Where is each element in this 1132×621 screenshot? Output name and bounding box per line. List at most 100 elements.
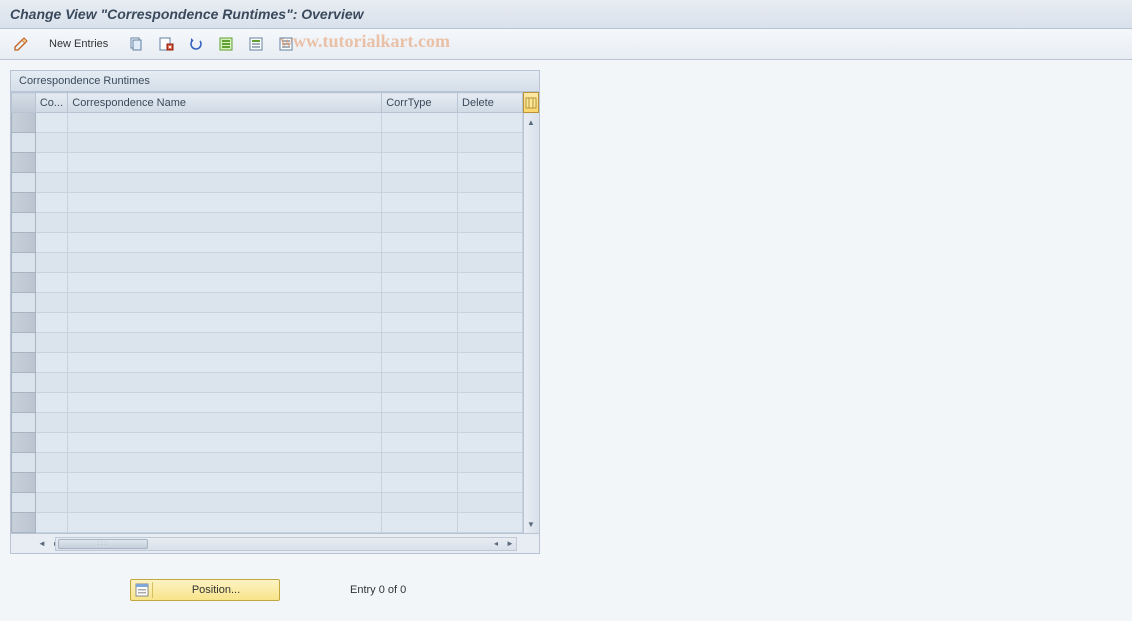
- cell[interactable]: [458, 393, 523, 413]
- cell[interactable]: [35, 393, 67, 413]
- cell[interactable]: [382, 433, 458, 453]
- cell[interactable]: [382, 333, 458, 353]
- cell[interactable]: [35, 493, 67, 513]
- cell[interactable]: [458, 133, 523, 153]
- cell[interactable]: [382, 113, 458, 133]
- cell[interactable]: [458, 493, 523, 513]
- cell[interactable]: [382, 373, 458, 393]
- row-selector[interactable]: [12, 433, 36, 453]
- cell[interactable]: [35, 453, 67, 473]
- row-selector[interactable]: [12, 313, 36, 333]
- cell[interactable]: [458, 293, 523, 313]
- cell[interactable]: [382, 193, 458, 213]
- cell[interactable]: [35, 273, 67, 293]
- cell[interactable]: [68, 173, 382, 193]
- cell[interactable]: [35, 413, 67, 433]
- row-selector[interactable]: [12, 333, 36, 353]
- row-selector[interactable]: [12, 473, 36, 493]
- row-selector[interactable]: [12, 173, 36, 193]
- cell[interactable]: [382, 493, 458, 513]
- cell[interactable]: [68, 273, 382, 293]
- cell[interactable]: [35, 233, 67, 253]
- cell[interactable]: [458, 373, 523, 393]
- cell[interactable]: [35, 353, 67, 373]
- cell[interactable]: [35, 473, 67, 493]
- select-all-button[interactable]: [213, 33, 239, 55]
- vertical-scrollbar[interactable]: ▲ ▼: [523, 113, 539, 533]
- cell[interactable]: [382, 293, 458, 313]
- cell[interactable]: [68, 333, 382, 353]
- cell[interactable]: [68, 233, 382, 253]
- cell[interactable]: [382, 173, 458, 193]
- cell[interactable]: [68, 513, 382, 533]
- configure-columns-button[interactable]: [523, 92, 539, 113]
- row-selector[interactable]: [12, 453, 36, 473]
- row-selector[interactable]: [12, 393, 36, 413]
- cell[interactable]: [382, 253, 458, 273]
- column-co[interactable]: Co...: [35, 93, 67, 113]
- cell[interactable]: [382, 513, 458, 533]
- row-selector[interactable]: [12, 133, 36, 153]
- cell[interactable]: [35, 293, 67, 313]
- cell[interactable]: [35, 193, 67, 213]
- cell[interactable]: [68, 393, 382, 413]
- cell[interactable]: [458, 473, 523, 493]
- cell[interactable]: [458, 313, 523, 333]
- row-selector[interactable]: [12, 273, 36, 293]
- cell[interactable]: [35, 433, 67, 453]
- row-selector[interactable]: [12, 493, 36, 513]
- cell[interactable]: [68, 413, 382, 433]
- cell[interactable]: [458, 273, 523, 293]
- row-selector[interactable]: [12, 253, 36, 273]
- scroll-up-icon[interactable]: ▲: [524, 115, 538, 129]
- hscroll-thumb[interactable]: :::: [58, 539, 148, 549]
- cell[interactable]: [458, 233, 523, 253]
- cell[interactable]: [68, 493, 382, 513]
- cell[interactable]: [35, 253, 67, 273]
- horizontal-scrollbar[interactable]: :::: [55, 537, 517, 551]
- cell[interactable]: [68, 433, 382, 453]
- position-button[interactable]: Position...: [130, 579, 280, 601]
- cell[interactable]: [35, 333, 67, 353]
- undo-button[interactable]: [183, 33, 209, 55]
- hscroll-first-icon[interactable]: ◄: [35, 537, 49, 551]
- cell[interactable]: [68, 193, 382, 213]
- cell[interactable]: [68, 453, 382, 473]
- hscroll-last-icon[interactable]: ►: [503, 537, 517, 551]
- cell[interactable]: [68, 213, 382, 233]
- new-entries-button[interactable]: New Entries: [40, 35, 117, 53]
- cell[interactable]: [382, 133, 458, 153]
- cell[interactable]: [458, 413, 523, 433]
- cell[interactable]: [458, 193, 523, 213]
- cell[interactable]: [382, 413, 458, 433]
- row-selector[interactable]: [12, 413, 36, 433]
- row-selector[interactable]: [12, 153, 36, 173]
- column-delete[interactable]: Delete: [458, 93, 523, 113]
- cell[interactable]: [35, 173, 67, 193]
- cell[interactable]: [382, 313, 458, 333]
- column-selector[interactable]: [12, 93, 36, 113]
- cell[interactable]: [382, 273, 458, 293]
- copy-button[interactable]: [123, 33, 149, 55]
- row-selector[interactable]: [12, 373, 36, 393]
- cell[interactable]: [35, 313, 67, 333]
- cell[interactable]: [458, 253, 523, 273]
- cell[interactable]: [382, 393, 458, 413]
- cell[interactable]: [458, 113, 523, 133]
- cell[interactable]: [68, 293, 382, 313]
- cell[interactable]: [382, 233, 458, 253]
- cell[interactable]: [382, 153, 458, 173]
- cell[interactable]: [68, 133, 382, 153]
- cell[interactable]: [382, 473, 458, 493]
- cell[interactable]: [458, 153, 523, 173]
- toggle-change-button[interactable]: [8, 33, 34, 55]
- cell[interactable]: [458, 213, 523, 233]
- row-selector[interactable]: [12, 193, 36, 213]
- cell[interactable]: [35, 373, 67, 393]
- cell[interactable]: [35, 513, 67, 533]
- row-selector[interactable]: [12, 293, 36, 313]
- cell[interactable]: [458, 513, 523, 533]
- cell[interactable]: [68, 373, 382, 393]
- cell[interactable]: [68, 353, 382, 373]
- cell[interactable]: [35, 113, 67, 133]
